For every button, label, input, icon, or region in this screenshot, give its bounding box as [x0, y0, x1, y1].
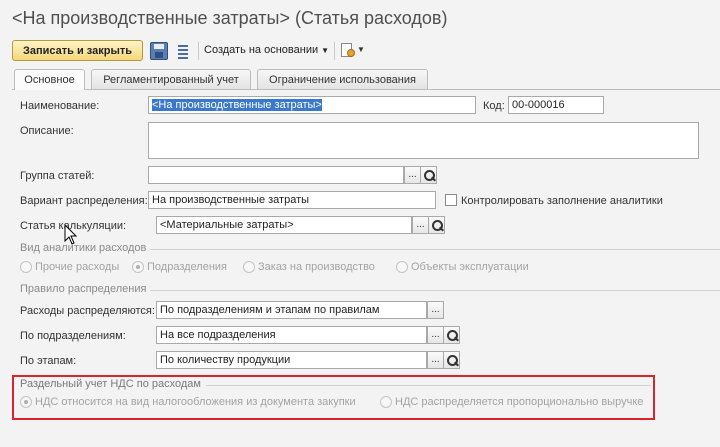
tab-label: Основное	[24, 74, 75, 86]
radio-icon	[396, 261, 408, 273]
name-input[interactable]: <На производственные затраты>	[148, 96, 476, 114]
distribution-variant-input[interactable]: На производственные затраты	[148, 191, 436, 209]
tab-usage-restriction[interactable]: Ограничение использования	[257, 69, 428, 89]
analytics-option-production-order[interactable]: Заказ на производство	[243, 261, 375, 273]
expenses-distributed-select-button[interactable]: ...	[427, 301, 444, 319]
search-icon[interactable]	[429, 216, 445, 234]
search-icon[interactable]	[444, 326, 460, 344]
by-stages-input[interactable]: По количеству продукции	[156, 351, 427, 369]
radio-selected-icon	[20, 396, 32, 408]
floppy-disk-icon[interactable]	[150, 42, 168, 60]
analytics-option-other[interactable]: Прочие расходы	[20, 261, 119, 273]
analytics-section-title: Вид аналитики расходов	[20, 242, 147, 254]
description-textarea[interactable]	[148, 122, 699, 159]
search-icon[interactable]	[421, 166, 437, 184]
search-icon[interactable]	[444, 351, 460, 369]
name-value: <На производственные затраты>	[152, 99, 322, 111]
code-input[interactable]: 00-000016	[508, 96, 604, 114]
tab-label: Ограничение использования	[269, 73, 416, 86]
section-divider	[206, 385, 651, 386]
radio-selected-icon	[132, 261, 144, 273]
section-divider	[150, 290, 720, 291]
toolbar-separator	[198, 42, 199, 60]
section-divider	[150, 249, 720, 250]
expenses-distributed-input[interactable]: По подразделениям и этапам по правилам	[156, 301, 427, 319]
group-select-button[interactable]: ...	[404, 166, 421, 184]
by-departments-input[interactable]: На все подразделения	[156, 326, 427, 344]
create-based-on-button[interactable]: Создать на основании ▼	[204, 44, 329, 56]
vat-option-label: НДС распределяется пропорционально выруч…	[395, 396, 644, 408]
window-title: <На производственные затраты> (Статья ра…	[12, 8, 448, 28]
group-input[interactable]	[148, 166, 404, 184]
save-and-close-button[interactable]: Записать и закрыть	[12, 40, 143, 61]
vat-option-by-purchase-document[interactable]: НДС относится на вид налогообложения из …	[20, 396, 356, 408]
tab-divider	[12, 89, 720, 90]
tab-regulated-accounting[interactable]: Регламентированный учет	[91, 69, 251, 89]
distribution-variant-label: Вариант распределения:	[20, 195, 148, 207]
list-icon[interactable]	[175, 42, 193, 60]
group-label: Группа статей:	[20, 170, 95, 182]
code-label: Код:	[483, 100, 505, 112]
mouse-cursor-icon	[64, 224, 78, 245]
description-label: Описание:	[20, 125, 74, 137]
document-chart-icon[interactable]	[340, 43, 356, 59]
tab-label: Регламентированный учет	[103, 73, 239, 86]
expenses-distributed-label: Расходы распределяются:	[20, 305, 155, 317]
chevron-down-icon: ▼	[321, 46, 330, 55]
toolbar-separator	[334, 42, 335, 60]
calc-item-select-button[interactable]: ...	[412, 216, 429, 234]
analytics-option-label: Подразделения	[147, 261, 227, 273]
radio-icon	[20, 261, 32, 273]
analytics-option-label: Объекты эксплуатации	[411, 261, 529, 273]
radio-icon	[243, 261, 255, 273]
chevron-down-icon[interactable]: ▼	[357, 45, 365, 54]
vat-option-label: НДС относится на вид налогообложения из …	[35, 396, 356, 408]
by-departments-label: По подразделениям:	[20, 330, 126, 342]
by-departments-select-button[interactable]: ...	[427, 326, 444, 344]
vat-option-proportional-revenue[interactable]: НДС распределяется пропорционально выруч…	[380, 396, 643, 408]
by-stages-label: По этапам:	[20, 355, 77, 367]
radio-icon	[380, 396, 392, 408]
control-analytics-checkbox[interactable]	[445, 194, 457, 206]
calc-item-input[interactable]: <Материальные затраты>	[156, 216, 412, 234]
name-label: Наименование:	[20, 100, 100, 112]
distribution-rule-title: Правило распределения	[20, 283, 147, 295]
tab-main[interactable]: Основное	[14, 69, 85, 90]
analytics-option-departments[interactable]: Подразделения	[132, 261, 227, 273]
vat-section-title: Раздельный учет НДС по расходам	[20, 378, 201, 390]
by-stages-select-button[interactable]: ...	[427, 351, 444, 369]
control-analytics-label: Контролировать заполнение аналитики	[461, 195, 663, 207]
analytics-option-operation-objects[interactable]: Объекты эксплуатации	[396, 261, 529, 273]
analytics-option-label: Прочие расходы	[35, 261, 120, 273]
create-based-on-label: Создать на основании	[204, 44, 319, 56]
analytics-option-label: Заказ на производство	[258, 261, 375, 273]
